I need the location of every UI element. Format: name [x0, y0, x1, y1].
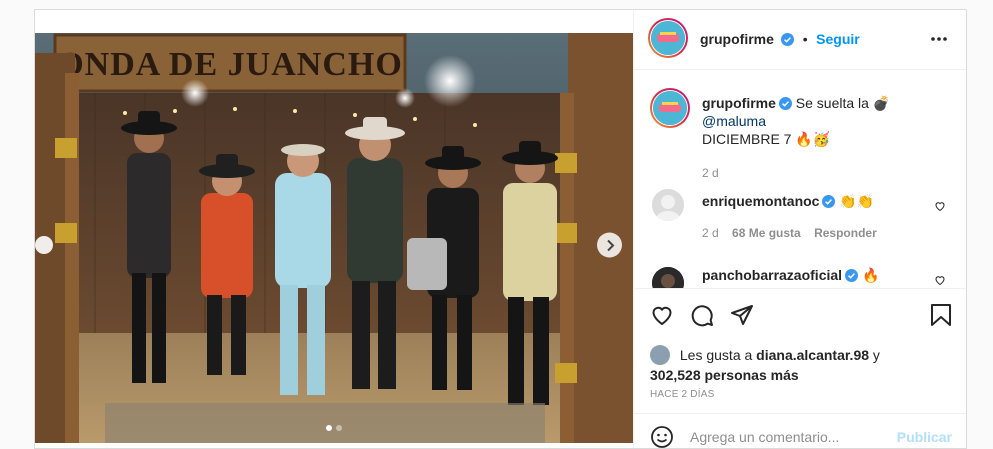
- comment-text: 👏👏: [839, 193, 875, 209]
- caption-emojis: 🔥🥳: [795, 131, 831, 147]
- chevron-right-icon: [606, 239, 614, 251]
- caption-age: 2 d: [702, 166, 719, 180]
- comment-input[interactable]: Agrega un comentario...: [690, 429, 839, 445]
- next-slide-button[interactable]: [597, 232, 622, 258]
- avatar-photo-icon: [652, 267, 684, 288]
- heart-icon[interactable]: [934, 200, 946, 212]
- comment-likes[interactable]: 68 Me gusta: [732, 226, 801, 240]
- avatar[interactable]: [652, 189, 684, 221]
- likes-others[interactable]: 302,528 personas más: [650, 367, 799, 383]
- avatar[interactable]: [652, 267, 684, 288]
- likes-summary: Les gusta a diana.alcantar.98 y 302,528 …: [650, 345, 952, 385]
- post-header: grupofirme • Seguir: [634, 10, 966, 70]
- post-media[interactable]: ONDA DE JUANCHO: [35, 33, 633, 443]
- paper-plane-icon[interactable]: [730, 303, 754, 327]
- bomb-emoji: 💣: [872, 95, 891, 111]
- caption-text: Se suelta la: [795, 95, 869, 111]
- caption-date: DICIEMBRE 7: [702, 131, 792, 147]
- post-photo: ONDA DE JUANCHO: [35, 33, 633, 443]
- carousel-indicator: [35, 425, 633, 431]
- liker-avatar[interactable]: [650, 345, 670, 365]
- smiley-icon[interactable]: [650, 425, 674, 449]
- bookmark-icon[interactable]: [930, 303, 952, 327]
- follow-button[interactable]: Seguir: [816, 31, 860, 47]
- comment-bubble-icon[interactable]: [690, 303, 714, 327]
- post-actions: Les gusta a diana.alcantar.98 y 302,528 …: [634, 288, 966, 409]
- post-card: ONDA DE JUANCHO grupofirme • Seguir grup…: [34, 9, 967, 449]
- post-side-panel: grupofirme • Seguir grupofirme Se suelta…: [633, 10, 966, 449]
- mention-link[interactable]: @maluma: [702, 113, 766, 129]
- verified-badge-icon: [845, 269, 859, 282]
- avatar-photo-icon: [652, 189, 684, 221]
- carousel-dot: [326, 425, 332, 431]
- header-separator: •: [802, 31, 808, 47]
- reply-button[interactable]: Responder: [814, 226, 877, 240]
- caption-username[interactable]: grupofirme: [702, 95, 776, 111]
- more-horizontal-icon[interactable]: [930, 36, 948, 42]
- comment-age: 2 d: [702, 226, 719, 240]
- liker-username[interactable]: diana.alcantar.98: [756, 347, 869, 363]
- avatar[interactable]: [648, 18, 688, 58]
- heart-icon[interactable]: [934, 274, 946, 286]
- previous-slide-button[interactable]: [35, 236, 53, 254]
- post-timestamp[interactable]: HACE 2 DÍAS: [650, 389, 714, 400]
- comment-username[interactable]: panchobarrazaoficial: [702, 267, 842, 283]
- verified-badge-icon: [778, 97, 792, 110]
- avatar-logo-icon: [653, 91, 687, 125]
- caption: grupofirme Se suelta la 💣 @maluma DICIEM…: [650, 88, 952, 180]
- verified-badge-icon: [822, 195, 836, 208]
- comments-list: grupofirme Se suelta la 💣 @maluma DICIEM…: [634, 70, 966, 288]
- header-username[interactable]: grupofirme: [700, 31, 774, 47]
- comment-text: 🔥: [861, 267, 880, 283]
- comment-username[interactable]: enriquemontanoc: [702, 193, 819, 209]
- sign-text: ONDA DE JUANCHO: [57, 46, 403, 83]
- avatar-logo-icon: [651, 21, 685, 55]
- verified-badge-icon: [781, 33, 795, 46]
- publish-button[interactable]: Publicar: [897, 429, 952, 445]
- heart-icon[interactable]: [650, 303, 674, 327]
- carousel-dot: [336, 425, 342, 431]
- likes-joiner: y: [872, 347, 880, 363]
- comment-item: enriquemontanoc 👏👏 2 d 68 Me gusta Respo…: [650, 186, 952, 246]
- likes-prefix: Les gusta a: [679, 347, 753, 363]
- avatar[interactable]: [650, 88, 690, 128]
- comment-item: panchobarrazaoficial 🔥: [650, 264, 952, 288]
